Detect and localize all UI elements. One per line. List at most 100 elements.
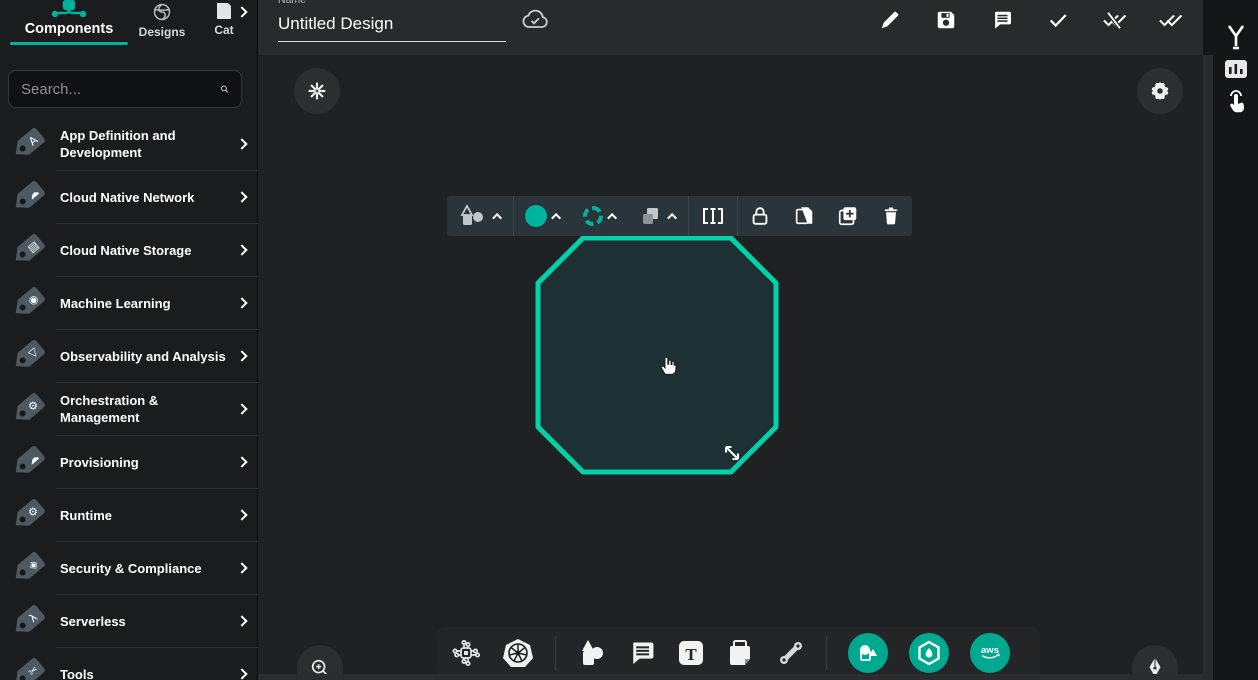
shapes-group-button[interactable] [848,633,888,673]
aws-icon: aws [977,640,1003,666]
shapes-button[interactable] [577,638,607,668]
canvas-scrollbar-horizontal[interactable] [258,674,1203,680]
comment-tool-button[interactable] [628,639,656,667]
components-icon [49,0,89,19]
toolbar-divider [826,636,827,670]
resize-width-button[interactable] [689,196,737,236]
category-item-cloud-native-network[interactable]: ☁ Cloud Native Network [0,171,258,223]
search-input[interactable] [21,81,220,98]
chevron-right-icon [236,350,247,361]
shapes-icon [577,638,607,668]
chevron-right-icon [236,297,247,308]
component-node-button[interactable] [451,638,481,668]
touch-gesture-icon[interactable] [1224,88,1248,116]
category-item-tools[interactable]: ✂ Tools [0,648,258,680]
resize-handle[interactable] [720,441,744,465]
shapes-group-icon [856,641,880,665]
resize-width-icon [700,204,726,228]
tag-icon: ✂ [8,654,48,680]
aws-button[interactable]: aws [970,633,1010,673]
tab-designs[interactable]: Designs [134,2,190,39]
component-search[interactable] [8,70,242,108]
tag-icon: λ [8,601,48,641]
shape-context-toolbar [447,196,912,236]
chevron-right-icon [236,403,247,414]
tag-icon: A [8,124,48,164]
tab-catalog[interactable]: Cat [204,2,244,37]
kubernetes-icon [502,637,534,669]
border-style-button[interactable] [572,196,628,236]
comment-button[interactable] [989,7,1015,33]
tag-icon: ▤ [8,230,48,270]
chevron-right-icon [236,668,247,679]
tab-components[interactable]: Components [10,0,128,45]
duplicate-button[interactable] [782,196,826,236]
hand-cursor [656,351,682,377]
fill-color-button[interactable] [514,196,572,236]
delete-button[interactable] [870,196,912,236]
multi-check-off-button[interactable] [1101,7,1127,33]
category-item-serverless[interactable]: λ Serverless [0,595,258,647]
design-canvas[interactable]: T [258,55,1203,680]
save-icon [935,9,957,31]
lock-button[interactable] [738,196,782,236]
arrangement-icon [639,204,663,228]
check-icon [1046,9,1070,31]
tag-icon: ☁ [8,177,48,217]
arrangement-button[interactable] [628,196,688,236]
canvas-tools-toolbar: T [437,627,1040,678]
edit-icon [879,9,901,31]
hexagon-model-icon [916,640,942,666]
copy-add-button[interactable] [826,196,870,236]
category-item-cloud-native-storage[interactable]: ▤ Cloud Native Storage [0,224,258,276]
note-icon [726,639,756,667]
text-tool-icon: T [677,639,705,667]
catalog-icon [216,2,232,20]
chevron-right-icon [236,456,247,467]
category-item-observability-and-analysis[interactable]: ▽ Observability and Analysis [0,330,258,382]
sidebar-tabs: Components Designs Cat [0,0,257,60]
category-item-runtime[interactable]: ⚙ Runtime [0,489,258,541]
chevron-up-icon [492,212,502,222]
octagon-shape[interactable] [258,55,1203,680]
canvas-scrollbar[interactable] [1203,55,1213,680]
comment-icon [991,9,1013,31]
right-dock [1203,0,1258,680]
fill-color-swatch [525,205,547,227]
panel-icon[interactable] [1224,0,1246,6]
category-item-security-compliance[interactable]: ◈ Security & Compliance [0,542,258,594]
category-item-provisioning[interactable]: ☁ Provisioning [0,436,258,488]
tag-icon: ☁ [8,442,48,482]
tag-icon: ◈ [8,548,48,588]
shape-picker-icon [458,204,488,228]
design-name-input[interactable] [278,10,506,42]
design-name-group: Name [278,0,506,42]
chevron-up-icon [607,212,617,222]
category-item-app-definition-and-development[interactable]: A App Definition and Development [0,118,258,170]
category-item-orchestration-management[interactable]: ⚙ Orchestration & Management [0,383,258,435]
analytics-icon[interactable] [1224,57,1248,81]
tab-catalog-label: Cat [204,23,244,37]
save-button[interactable] [933,7,959,33]
comment-icon [628,639,656,667]
category-item-machine-learning[interactable]: ◉ Machine Learning [0,277,258,329]
multi-check-button[interactable] [1157,7,1183,33]
components-sidebar: Components Designs Cat [0,0,258,680]
text-tool-button[interactable]: T [677,639,705,667]
edge-connector-button[interactable] [777,639,805,667]
hexagon-model-button[interactable] [909,633,949,673]
edge-connector-icon [777,639,805,667]
tab-designs-label: Designs [134,25,190,39]
check-button[interactable] [1045,7,1071,33]
lock-icon [749,204,771,228]
active-tab-underline [10,42,128,45]
note-button[interactable] [726,639,756,667]
kubernetes-button[interactable] [502,637,534,669]
toolbar-divider [555,636,556,670]
header-actions [877,7,1183,33]
shape-picker-button[interactable] [447,196,513,236]
name-field-label: Name [278,0,506,8]
flask-icon[interactable] [1224,24,1248,52]
edit-button[interactable] [877,7,903,33]
tag-icon: ⚙ [8,389,48,429]
